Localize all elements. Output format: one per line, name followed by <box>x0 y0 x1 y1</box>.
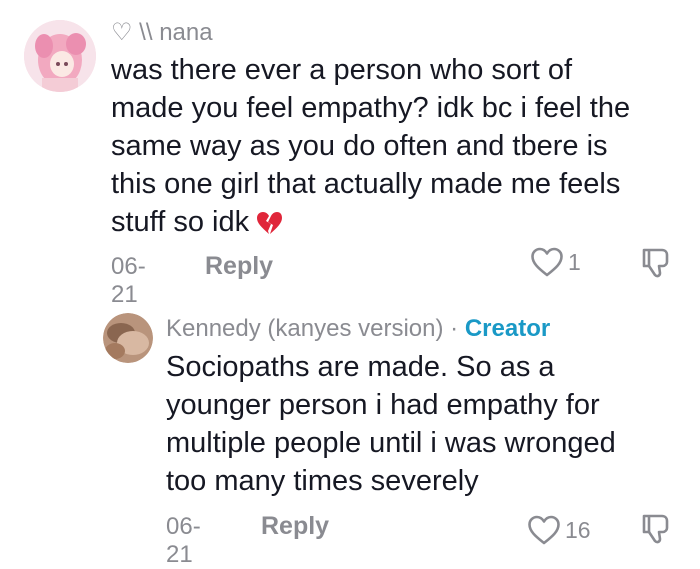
reply-like-button[interactable]: 16 <box>527 514 591 546</box>
separator: · <box>450 315 459 342</box>
reply-line: Sociopaths are made. So as a <box>166 351 555 383</box>
heart-outline-icon <box>528 515 560 545</box>
heart-outline-icon <box>531 247 563 277</box>
creator-badge: Creator <box>464 315 551 342</box>
reply-avatar[interactable] <box>103 313 153 363</box>
broken-heart-emoji <box>255 209 283 247</box>
comment-date: 06-21 <box>111 253 146 308</box>
comment-line: stuff so idk <box>111 206 250 238</box>
reply-date: 06-21 <box>166 513 201 568</box>
dislike-icon <box>642 248 669 278</box>
comment-line-last: stuff so idk <box>111 203 671 247</box>
dislike-button[interactable] <box>638 246 672 285</box>
like-button[interactable]: 1 <box>530 246 581 278</box>
reply-reply-button[interactable]: Reply <box>261 512 329 541</box>
like-count: 1 <box>568 248 581 275</box>
comment-line: made you feel empathy? idk bc i feel the <box>111 92 631 124</box>
reply-button[interactable]: Reply <box>205 252 273 281</box>
avatar-photo-icon <box>103 313 153 363</box>
reply-username[interactable]: Kennedy (kanyes version) <box>166 315 443 342</box>
reply-line: too many times severely <box>166 465 479 497</box>
comment-line: same way as you do often and tbere is <box>111 130 608 162</box>
reply-body: Sociopaths are made. So as a younger per… <box>166 348 666 500</box>
reply-like-count: 16 <box>565 516 591 543</box>
avatar-anime-icon <box>24 20 96 92</box>
comment-username[interactable]: ♡ \\ nana <box>111 18 213 47</box>
avatar[interactable] <box>24 20 96 92</box>
reply-username-row: Kennedy (kanyes version) · Creator <box>166 315 550 343</box>
comment-line: this one girl that actually made me feel… <box>111 168 621 200</box>
comment-body: was there ever a person who sort of made… <box>111 51 671 247</box>
reply-dislike-button[interactable] <box>638 512 672 551</box>
comment-line: was there ever a person who sort of <box>111 54 573 86</box>
dislike-icon <box>642 514 669 544</box>
reply-line: multiple people until i was wronged <box>166 427 616 459</box>
reply-line: younger person i had empathy for <box>166 389 600 421</box>
